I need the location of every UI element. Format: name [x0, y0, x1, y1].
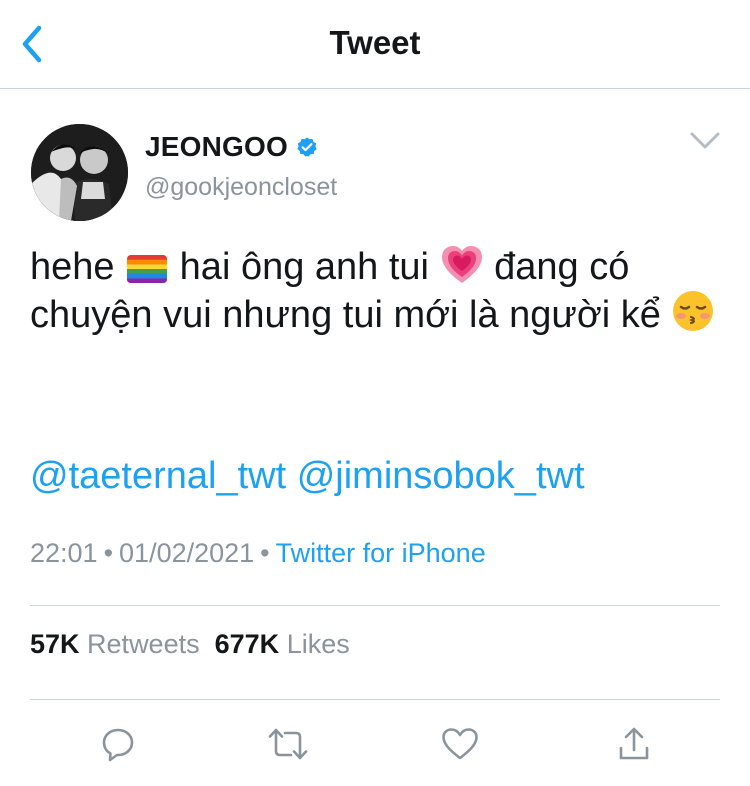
divider — [30, 605, 720, 606]
like-button[interactable] — [438, 722, 482, 766]
mention-link[interactable]: @taeternal_twt — [30, 455, 286, 497]
mention-link[interactable]: @jiminsobok_twt — [297, 455, 585, 497]
rainbow-flag-icon — [127, 255, 168, 283]
nav-bar: Tweet — [0, 0, 750, 89]
divider — [30, 699, 720, 700]
page-title: Tweet — [329, 24, 421, 61]
share-button[interactable] — [612, 722, 656, 766]
retweet-button[interactable] — [266, 722, 310, 766]
reply-icon — [102, 728, 134, 762]
tweet-date: 01/02/2021 — [119, 538, 255, 568]
tweet-time: 22:01 — [30, 538, 98, 568]
verified-badge-icon — [297, 137, 317, 157]
avatar[interactable] — [31, 124, 128, 221]
reply-button[interactable] — [96, 722, 140, 766]
likes-stat[interactable]: 677K Likes — [215, 629, 350, 659]
tweet-stats: 57K Retweets 677K Likes — [30, 629, 350, 660]
retweets-stat[interactable]: 57K Retweets — [30, 629, 200, 659]
growing-heart-icon — [441, 246, 482, 283]
chevron-down-icon[interactable] — [688, 126, 722, 156]
share-icon — [619, 727, 649, 760]
display-name[interactable]: JEONGOO — [145, 131, 288, 163]
author-handle[interactable]: @gookjeoncloset — [145, 173, 337, 202]
tweet-timestamp: 22:01 • 01/02/2021 • Twitter for iPhone — [30, 538, 486, 568]
tweet-mentions: @taeternal_twt @jiminsobok_twt — [30, 455, 585, 498]
retweet-icon — [268, 728, 308, 760]
tweet-text: hehe hai ông anh tui đang có chuyện vui … — [30, 245, 720, 337]
kissing-face-icon — [673, 291, 714, 331]
tweet-source-link[interactable]: Twitter for iPhone — [276, 538, 486, 568]
author-name-row: JEONGOO — [145, 131, 318, 163]
heart-icon — [442, 728, 478, 760]
